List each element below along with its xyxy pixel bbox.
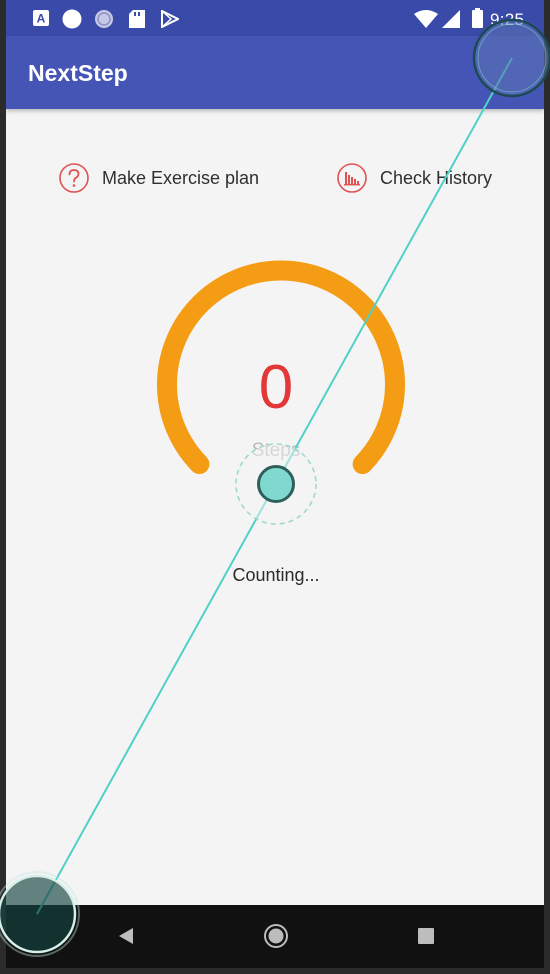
bar-chart-circle-icon — [337, 163, 367, 193]
make-exercise-plan-button[interactable]: Make Exercise plan — [58, 162, 259, 194]
counting-status: Counting... — [232, 565, 320, 585]
recents-icon[interactable] — [418, 928, 434, 944]
app-title: NextStep — [28, 60, 128, 86]
app-bar: NextStep — [6, 36, 544, 109]
check-history-button[interactable]: Check History — [336, 162, 492, 194]
check-history-label: Check History — [380, 167, 493, 188]
status-time: 9:25 — [490, 10, 525, 29]
sd-card-icon — [129, 10, 145, 28]
font-a-icon: A — [33, 10, 49, 26]
wifi-icon — [414, 10, 438, 28]
signal-icon — [442, 10, 460, 28]
step-unit-label: Steps — [251, 440, 301, 461]
svg-text:A: A — [37, 12, 46, 26]
sync-circle-icon — [95, 10, 113, 28]
step-count: 0 — [258, 353, 294, 422]
battery-icon — [472, 8, 483, 28]
question-circle-icon — [59, 163, 89, 193]
back-icon[interactable] — [117, 927, 135, 945]
home-icon[interactable] — [263, 923, 289, 949]
navigation-bar — [6, 905, 544, 968]
play-store-icon — [161, 10, 179, 28]
phone-screen: A 9:25 NextStep Make Exercise plan Check… — [6, 0, 544, 968]
circle-icon — [62, 9, 82, 29]
make-exercise-plan-label: Make Exercise plan — [102, 167, 260, 188]
status-bar: A 9:25 — [6, 0, 544, 36]
